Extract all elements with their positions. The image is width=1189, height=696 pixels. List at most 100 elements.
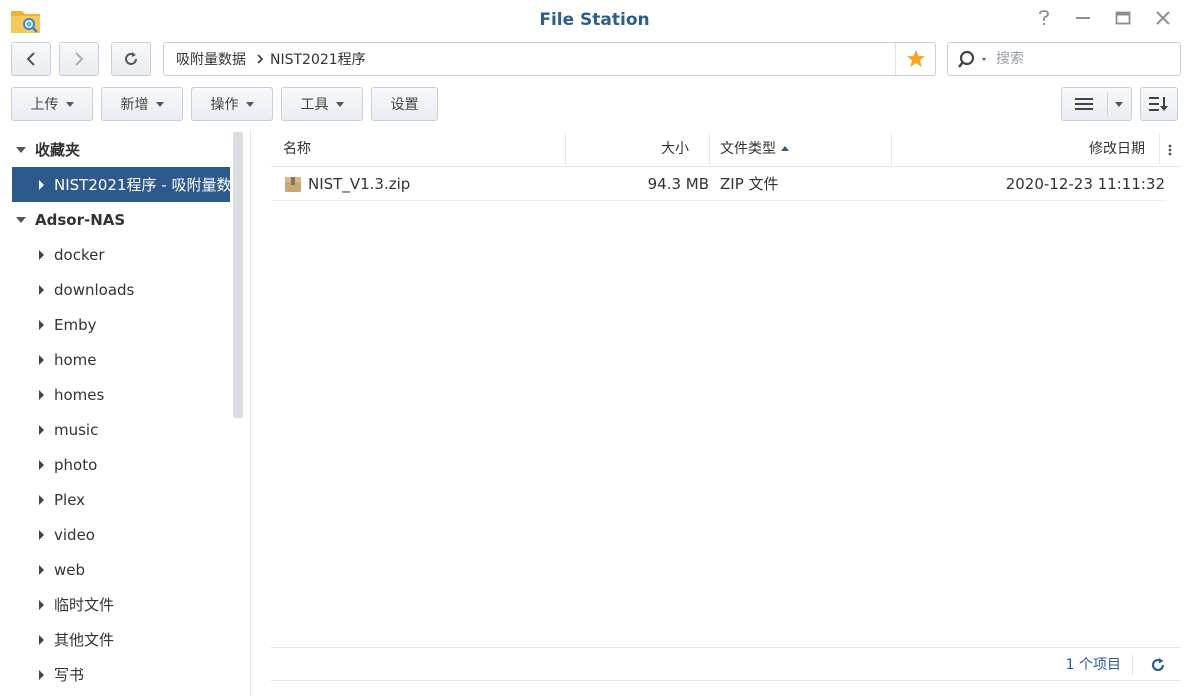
nas-label: Adsor-NAS: [35, 210, 126, 229]
sidebar-item-label: docker: [54, 245, 105, 264]
forward-button[interactable]: [59, 42, 99, 76]
column-header-name[interactable]: 名称: [283, 131, 311, 167]
back-button[interactable]: [11, 42, 51, 76]
window-title: File Station: [539, 10, 650, 30]
column-header-type[interactable]: 文件类型: [720, 131, 789, 167]
sidebar-item-emby[interactable]: Emby: [0, 307, 232, 342]
settings-label: 设置: [390, 97, 419, 113]
sidebar-item-music[interactable]: music: [0, 412, 232, 447]
sort-ascending-icon: [781, 146, 789, 151]
column-header-size[interactable]: 大小: [566, 131, 689, 167]
sidebar-item-temp-files[interactable]: 临时文件: [0, 587, 232, 622]
column-header-modified[interactable]: 修改日期: [892, 131, 1145, 167]
title-bar: File Station: [0, 0, 1189, 40]
caret-down-icon: [65, 101, 74, 107]
table-row[interactable]: NIST_V1.3.zip 94.3 MB ZIP 文件 2020-12-23 …: [271, 167, 1166, 201]
expand-right-icon: [39, 389, 44, 400]
path-bar[interactable]: 吸附量数据 NIST2021程序: [163, 42, 936, 76]
sidebar-item-label: music: [54, 420, 99, 439]
expand-right-icon: [39, 354, 44, 365]
minimize-icon[interactable]: [1073, 10, 1093, 30]
sidebar-item-web[interactable]: web: [0, 552, 232, 587]
sidebar-item-label: Emby: [54, 315, 97, 334]
settings-button[interactable]: 设置: [371, 87, 438, 121]
chevron-left-icon: [26, 52, 35, 66]
status-bar: 1 个项目: [271, 647, 1181, 681]
sidebar-item-homes[interactable]: homes: [0, 377, 232, 412]
sidebar-item-label: web: [54, 560, 86, 579]
sidebar-item-video[interactable]: video: [0, 517, 232, 552]
breadcrumb-item[interactable]: 吸附量数据: [164, 49, 246, 69]
expand-down-icon: [16, 146, 26, 153]
sidebar-scrollbar[interactable]: [233, 132, 243, 418]
sort-button[interactable]: [1140, 87, 1178, 121]
sidebar-item-docker[interactable]: docker: [0, 237, 232, 272]
action-button[interactable]: 操作: [191, 87, 273, 121]
column-divider[interactable]: [1159, 133, 1160, 165]
search-box[interactable]: [947, 42, 1181, 76]
file-station-window: File Station 吸附量数据 NIST2021程序 搜索 上传 新增 操…: [0, 0, 1189, 696]
expand-right-icon: [39, 459, 44, 470]
create-button[interactable]: 新增: [101, 87, 183, 121]
file-type: ZIP 文件: [720, 175, 779, 193]
sidebar-item-label: Plex: [54, 490, 86, 509]
sidebar-item-label: NIST2021程序 - 吸附量数据: [54, 176, 230, 194]
sidebar-item-writing[interactable]: 写书: [0, 657, 232, 692]
list-view-icon: [1075, 98, 1093, 110]
close-icon[interactable]: [1153, 10, 1173, 30]
sidebar-item-label: photo: [54, 455, 98, 474]
refresh-icon: [125, 52, 137, 65]
breadcrumb-separator-icon: [257, 54, 264, 64]
sidebar-item-other-files[interactable]: 其他文件: [0, 622, 232, 657]
refresh-button[interactable]: [111, 42, 151, 76]
caret-down-icon: [245, 101, 254, 107]
expand-right-icon: [39, 564, 44, 575]
view-mode-button[interactable]: [1061, 87, 1132, 121]
file-list-header: 名称 大小 文件类型 修改日期: [271, 131, 1181, 167]
search-icon[interactable]: [958, 50, 988, 70]
sidebar-item-label: 其他文件: [54, 631, 115, 649]
sidebar-item-label: homes: [54, 385, 105, 404]
maximize-icon[interactable]: [1113, 10, 1133, 30]
file-size: 94.3 MB: [647, 175, 709, 193]
upload-button[interactable]: 上传: [11, 87, 93, 121]
favorite-star-button[interactable]: [895, 43, 935, 75]
sidebar-item-label: 写书: [54, 666, 85, 684]
caret-down-icon: [335, 101, 344, 107]
file-modified: 2020-12-23 11:11:32: [1005, 175, 1165, 193]
expand-right-icon: [39, 669, 44, 680]
upload-label: 上传: [30, 97, 59, 113]
sidebar-item-photo[interactable]: photo: [0, 447, 232, 482]
help-icon[interactable]: [1034, 10, 1054, 30]
sidebar-item-downloads[interactable]: downloads: [0, 272, 232, 307]
sidebar-item-favorite[interactable]: NIST2021程序 - 吸附量数据: [12, 167, 230, 202]
expand-right-icon: [39, 599, 44, 610]
sidebar-item-plex[interactable]: Plex: [0, 482, 232, 517]
expand-right-icon: [39, 284, 44, 295]
action-label: 操作: [210, 97, 239, 113]
refresh-icon[interactable]: [1149, 656, 1167, 674]
expand-right-icon: [39, 179, 44, 190]
star-icon: [906, 50, 925, 67]
expand-right-icon: [39, 249, 44, 260]
tools-button[interactable]: 工具: [281, 87, 363, 121]
sidebar-item-label: downloads: [54, 280, 135, 299]
caret-down-icon: [155, 101, 164, 107]
nas-section[interactable]: Adsor-NAS: [0, 202, 232, 237]
sidebar-item-home[interactable]: home: [0, 342, 232, 377]
expand-right-icon: [39, 424, 44, 435]
create-label: 新增: [120, 97, 149, 113]
zip-file-icon: [285, 177, 301, 192]
search-input[interactable]: [996, 49, 1166, 69]
column-options-icon[interactable]: [1168, 143, 1172, 157]
favorites-label: 收藏夹: [35, 141, 81, 159]
sort-icon: [1149, 97, 1168, 111]
sidebar: 收藏夹 NIST2021程序 - 吸附量数据 Adsor-NAS docker …: [0, 130, 250, 696]
file-name: NIST_V1.3.zip: [308, 175, 411, 193]
breadcrumb-item-current[interactable]: NIST2021程序: [270, 49, 366, 69]
favorites-section[interactable]: 收藏夹: [0, 132, 232, 167]
expand-right-icon: [39, 319, 44, 330]
sidebar-item-label: video: [54, 525, 95, 544]
expand-down-icon: [16, 216, 26, 223]
column-divider[interactable]: [709, 133, 710, 165]
